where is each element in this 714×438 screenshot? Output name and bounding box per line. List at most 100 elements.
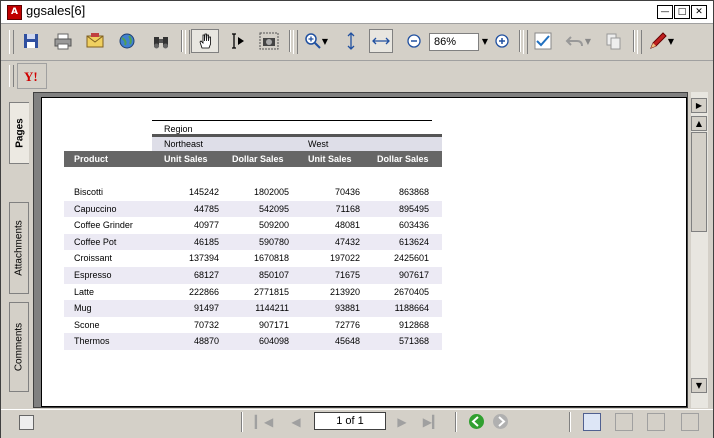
facing-view-button[interactable]	[647, 413, 665, 431]
close-button[interactable]: ✕	[691, 5, 707, 19]
email-icon	[86, 33, 104, 48]
previous-page-button[interactable]: ◀	[287, 413, 305, 431]
document-view[interactable]: Region Northeast West Product Unit Sales…	[33, 92, 688, 408]
scroll-up-button[interactable]: ▲	[691, 116, 707, 131]
minimize-button[interactable]: —	[657, 5, 673, 19]
scroll-down-button[interactable]: ▼	[691, 378, 707, 393]
continuous-facing-view-button[interactable]	[681, 413, 699, 431]
zoom-out-button[interactable]	[403, 29, 425, 53]
zoom-in-icon	[305, 33, 321, 49]
toolbar-grip[interactable]	[9, 30, 14, 54]
value-cell: 71675	[334, 269, 360, 280]
value-cell: 47432	[334, 236, 360, 247]
value-cell: 68127	[193, 269, 219, 280]
toolbar-separator	[519, 30, 521, 52]
column-header: Unit Sales	[164, 154, 208, 164]
print-button[interactable]	[49, 29, 77, 53]
first-page-button[interactable]: ▎◀	[255, 413, 273, 431]
single-page-view-button[interactable]	[583, 413, 601, 431]
yahoo-button[interactable]: Y!	[17, 63, 47, 89]
copy-button[interactable]	[599, 29, 627, 53]
continuous-view-button[interactable]	[615, 413, 633, 431]
application-window: A ggsales[6] — □ ✕ ▼ 86% ▼ ▼ ▼ Y! Pages …	[0, 0, 714, 438]
value-cell: 613624	[398, 236, 429, 247]
last-page-button[interactable]: ▶▎	[423, 413, 441, 431]
value-cell: 907617	[398, 269, 429, 280]
toolbar-grip[interactable]	[523, 30, 528, 54]
zoom-in-button[interactable]	[491, 29, 513, 53]
chevron-down-icon: ▼	[481, 36, 489, 46]
save-button[interactable]	[17, 29, 45, 53]
value-cell: 590780	[258, 236, 289, 247]
toolbar-grip[interactable]	[293, 30, 298, 54]
value-cell: 1670818	[253, 253, 289, 264]
toolbar-grip[interactable]	[637, 30, 642, 54]
web-button[interactable]	[113, 29, 141, 53]
value-cell: 222866	[188, 286, 219, 297]
spell-check-icon	[534, 32, 552, 50]
table-row: Latte 222866 2771815 213920 2670405	[64, 284, 442, 301]
zoom-tool-button[interactable]: ▼	[299, 29, 333, 53]
main-toolbar: ▼ ▼ ▼ ▼	[1, 24, 713, 61]
previous-view-button[interactable]	[469, 414, 484, 429]
sign-button[interactable]: ▼	[643, 29, 679, 53]
status-separator	[455, 412, 457, 432]
chevron-down-icon: ▼	[667, 36, 675, 46]
find-button[interactable]	[147, 29, 175, 53]
product-cell: Coffee Grinder	[74, 220, 133, 231]
tab-pages[interactable]: Pages	[9, 102, 29, 164]
snapshot-button[interactable]	[255, 29, 283, 53]
select-text-button[interactable]	[223, 29, 251, 53]
fit-height-button[interactable]	[339, 29, 363, 53]
pdf-page: Region Northeast West Product Unit Sales…	[41, 97, 687, 407]
secondary-toolbar: Y!	[1, 61, 713, 91]
tab-label: Comments	[13, 322, 25, 372]
status-separator	[569, 412, 571, 432]
next-view-button[interactable]	[493, 414, 508, 429]
plus-circle-icon	[495, 34, 509, 48]
product-cell: Biscotti	[74, 187, 104, 197]
panel-toggle-button[interactable]	[19, 415, 34, 430]
spell-check-button[interactable]	[529, 29, 557, 53]
scroll-thumb[interactable]	[691, 132, 707, 232]
toolbar-grip[interactable]	[9, 65, 14, 87]
hand-icon	[199, 33, 211, 49]
tab-comments[interactable]: Comments	[9, 302, 29, 392]
toolbar-grip[interactable]	[185, 30, 190, 54]
value-cell: 48081	[334, 220, 360, 231]
scroll-right-button[interactable]: ▶	[691, 98, 707, 113]
value-cell: 895495	[398, 203, 429, 214]
value-cell: 863868	[398, 187, 429, 197]
navigation-tabs: Pages Attachments Comments	[9, 92, 31, 408]
value-cell: 46185	[193, 236, 219, 247]
vertical-scrollbar[interactable]: ▶ ▲ ▼	[691, 92, 708, 408]
value-cell: 145242	[188, 187, 219, 197]
zoom-level-input[interactable]	[429, 33, 479, 51]
column-header: Dollar Sales	[232, 154, 284, 164]
fit-height-icon	[347, 32, 355, 50]
table-row: Biscotti 145242 1802005 70436 863868	[64, 184, 442, 201]
page-number-input[interactable]	[314, 412, 386, 430]
value-cell: 70732	[193, 319, 219, 330]
zoom-dropdown-button[interactable]: ▼	[479, 29, 491, 53]
value-cell: 44785	[193, 203, 219, 214]
undo-button[interactable]: ▼	[561, 29, 595, 53]
maximize-button[interactable]: □	[674, 5, 690, 19]
copy-icon	[606, 33, 621, 50]
fit-width-button[interactable]	[369, 29, 393, 53]
globe-icon	[119, 33, 135, 49]
status-bar: ▎◀ ◀ ▶ ▶▎	[1, 409, 713, 438]
product-cell: Mug	[74, 303, 92, 314]
tab-label: Pages	[14, 118, 25, 148]
back-arrow-icon	[471, 416, 479, 427]
hand-tool-button[interactable]	[191, 29, 219, 53]
email-button[interactable]	[81, 29, 109, 53]
tab-attachments[interactable]: Attachments	[9, 202, 29, 294]
report-top-rule	[152, 120, 432, 121]
next-page-button[interactable]: ▶	[393, 413, 411, 431]
value-cell: 72776	[334, 319, 360, 330]
column-header: Dollar Sales	[377, 154, 429, 164]
value-cell: 137394	[188, 253, 219, 264]
value-cell: 1802005	[253, 187, 289, 197]
region-label: Northeast	[164, 139, 204, 149]
